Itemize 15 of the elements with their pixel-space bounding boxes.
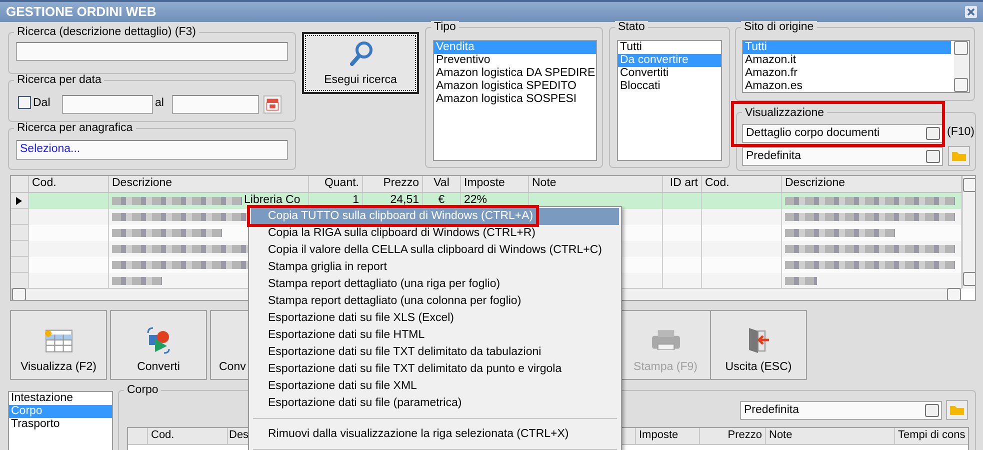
checkbox-label: Dal	[33, 97, 50, 111]
table-cell: 22%	[464, 194, 488, 208]
group-label: Ricerca (descrizione dettaglio) (F3)	[14, 26, 199, 40]
group-label: Tipo	[431, 21, 459, 35]
group-label: Sito di origine	[741, 21, 817, 35]
date-to-label: al	[155, 97, 164, 111]
group-label: Ricerca per data	[14, 74, 104, 88]
group-label: Ricerca per anagrafica	[14, 122, 136, 136]
table-cell: 1	[352, 194, 359, 208]
group-label: Corpo	[124, 384, 162, 398]
window-title: GESTIONE ORDINI WEB	[6, 4, 156, 20]
table-cell: Libreria Co	[244, 194, 300, 208]
table-cell: €	[438, 194, 445, 208]
table-cell: 24,51	[390, 194, 419, 208]
shortcut-label: (F10)	[947, 126, 974, 140]
